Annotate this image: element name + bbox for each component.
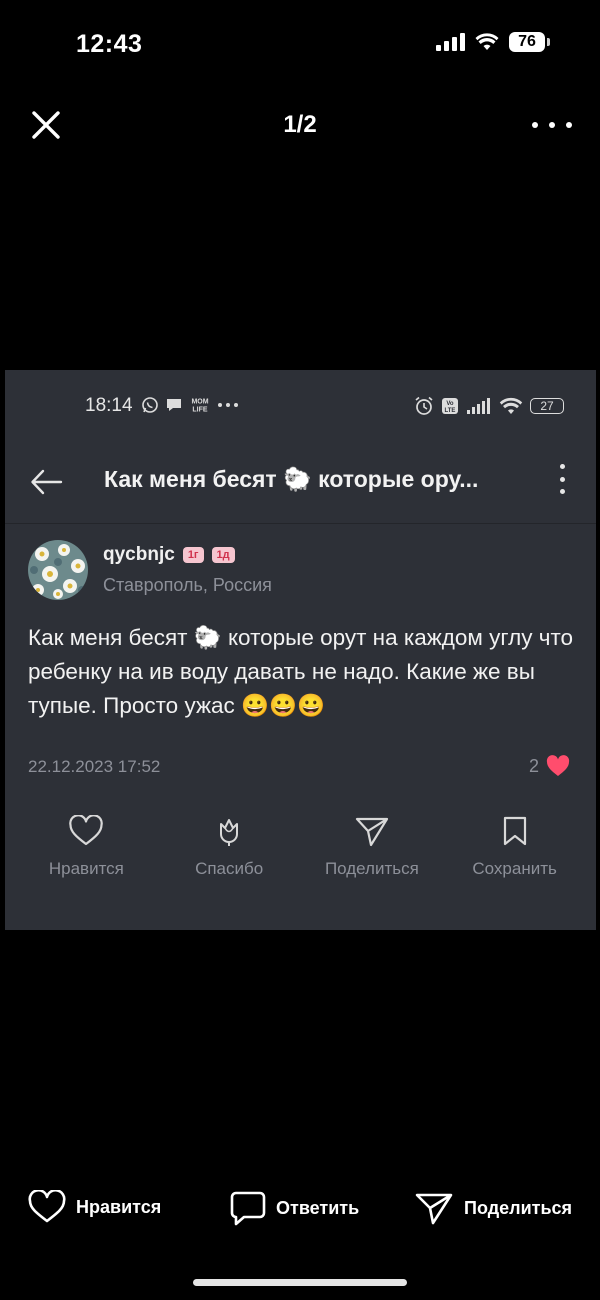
svg-text:LTE: LTE xyxy=(445,408,456,414)
svg-text:Vo: Vo xyxy=(446,401,454,407)
post-actions: Нравится Спасибо Поделиться Сохранить xyxy=(5,815,596,879)
svg-text:LIFE: LIFE xyxy=(192,407,207,414)
share-button[interactable]: Поделиться xyxy=(414,1190,572,1226)
mom-life-icon: MOM LIFE xyxy=(191,399,208,414)
share-button-label: Поделиться xyxy=(464,1197,573,1218)
battery-level: 76 xyxy=(509,32,545,52)
daisy-flowers-avatar-icon xyxy=(28,540,88,600)
menu-dot-icon xyxy=(559,464,565,469)
like-count-value: 2 xyxy=(528,755,539,776)
back-button[interactable] xyxy=(29,464,65,500)
like-counter[interactable]: 2 xyxy=(529,755,570,777)
action-label: Поделиться xyxy=(324,859,419,878)
post-header: Как меня бесят 🐑 которые ору... xyxy=(5,450,596,524)
more-dot-icon xyxy=(566,122,572,128)
thanks-action-button[interactable]: Спасибо xyxy=(159,815,299,879)
menu-dot-icon xyxy=(559,489,565,494)
reply-button-label: Ответить xyxy=(276,1197,360,1218)
android-battery-icon: 27 xyxy=(530,398,564,414)
whatsapp-icon xyxy=(142,397,158,413)
svg-text:MOM: MOM xyxy=(191,399,208,406)
arrow-left-icon xyxy=(31,469,63,495)
post-title: Как меня бесят 🐑 которые ору... xyxy=(104,466,479,492)
share-action-button[interactable]: Поделиться xyxy=(302,815,442,879)
android-status-time: 18:14 xyxy=(85,395,133,416)
android-notification-icons: MOM LIFE xyxy=(141,396,239,414)
more-dot-icon xyxy=(549,122,555,128)
post-menu-button[interactable] xyxy=(558,464,566,494)
author-line: qycbnjc 1г 1д xyxy=(103,544,235,566)
alarm-icon xyxy=(415,396,433,415)
speech-bubble-icon xyxy=(230,1191,266,1226)
like-action-button[interactable]: Нравится xyxy=(16,815,156,879)
image-counter: 1/2 xyxy=(283,111,317,138)
heart-outline-icon xyxy=(69,815,104,846)
badge-child-age: 1г xyxy=(182,547,204,563)
author-location: Ставрополь, Россия xyxy=(103,575,272,595)
cellular-signal-icon xyxy=(436,33,465,51)
viewer-top-bar: 1/2 xyxy=(0,95,600,155)
avatar[interactable] xyxy=(28,540,88,600)
volte-icon: Vo LTE xyxy=(442,398,458,414)
like-button[interactable]: Нравится xyxy=(28,1190,161,1224)
more-notifications-icon xyxy=(218,403,238,407)
heart-outline-icon xyxy=(28,1190,66,1223)
reply-button[interactable]: Ответить xyxy=(230,1190,359,1226)
action-label: Спасибо xyxy=(195,859,264,878)
action-label: Сохранить xyxy=(472,859,557,878)
heart-filled-icon xyxy=(546,755,570,776)
viewer-bottom-bar: Нравится Ответить Поделиться xyxy=(0,1186,600,1232)
more-options-button[interactable] xyxy=(532,113,572,137)
android-signal-icon xyxy=(467,398,490,414)
tulip-icon xyxy=(220,819,239,846)
author-name[interactable]: qycbnjc xyxy=(103,544,175,566)
chat-bubble-icon xyxy=(167,399,181,411)
post-date: 22.12.2023 17:52 xyxy=(28,757,161,776)
save-action-button[interactable]: Сохранить xyxy=(445,815,585,879)
more-dot-icon xyxy=(532,122,538,128)
post-text: Как меня бесят 🐑 которые орут на каждом … xyxy=(28,625,574,718)
ios-status-bar: 12:43 76 xyxy=(0,0,600,90)
like-button-label: Нравится xyxy=(76,1196,162,1217)
badge-child-age: 1д xyxy=(211,547,235,563)
wifi-icon xyxy=(475,33,499,50)
battery-icon: 76 xyxy=(509,32,550,52)
android-wifi-icon xyxy=(499,397,523,414)
status-time: 12:43 xyxy=(76,30,143,58)
home-indicator[interactable] xyxy=(193,1279,407,1286)
menu-dot-icon xyxy=(559,476,565,482)
bookmark-icon xyxy=(503,816,526,846)
status-icons: 76 xyxy=(436,32,550,52)
attached-screenshot[interactable]: 18:14 MOM LIFE Vo LTE 27 Как меня бесят … xyxy=(5,370,596,930)
send-icon xyxy=(355,817,388,847)
android-system-icons: Vo LTE 27 xyxy=(414,396,564,416)
action-label: Нравится xyxy=(48,859,124,878)
android-status-bar: 18:14 MOM LIFE Vo LTE 27 xyxy=(5,392,596,420)
send-icon xyxy=(415,1193,453,1225)
